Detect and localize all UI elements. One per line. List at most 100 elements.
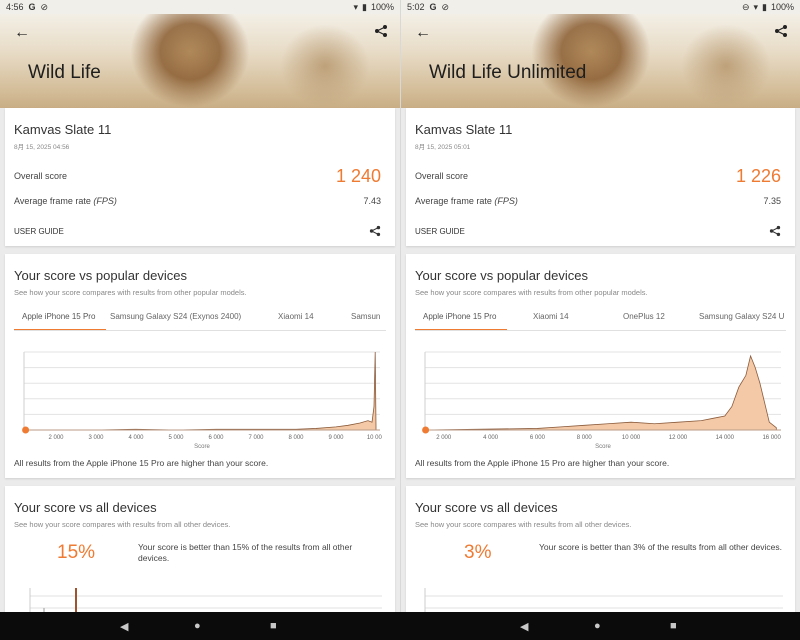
user-guide-row[interactable]: USER GUIDE [415,224,781,238]
wifi-icon: ▾ [753,1,759,12]
device-tabs: Apple iPhone 15 Pro Xiaomi 14 OnePlus 12… [415,312,795,330]
dnd-icon: ⊘ [40,1,49,12]
x-tick-label: 14 000 [716,435,735,441]
x-tick-label: 4 000 [483,435,499,441]
fps-unit: (FPS) [93,196,117,206]
x-tick-label: 10 000 [367,435,382,441]
share-icon[interactable] [769,225,781,237]
status-bar: 5:02 G ⊘ ⊖ ▾ ▮ 100% [401,0,800,14]
dnd-icon: ⊘ [441,1,450,12]
nav-recents-icon[interactable]: ■ [270,620,277,632]
your-score-marker [22,426,30,434]
chart-svg: 2 000 4 000 6 000 8 000 10 000 12 000 14 000 16… [422,351,781,450]
x-tick-label: 4 000 [128,435,144,441]
share-icon[interactable] [369,225,381,237]
fps-value: 7.43 [363,196,381,206]
section-title: Your score vs all devices [415,500,558,515]
status-bar: 4:56 G ⊘ ▾ ▮ 100% [0,0,400,14]
page-title: Wild Life Unlimited [429,62,587,83]
x-tick-label: 16 000 [762,435,781,441]
score-summary-card: Kamvas Slate 11 8月 15, 2025 04:56 Overal… [5,108,395,246]
section-subtitle: See how your score compares with results… [415,288,648,297]
section-subtitle: See how your score compares with results… [14,520,231,529]
chart-svg: 2 000 3 000 4 000 5 000 6 000 7 000 8 000 9 000… [22,351,386,450]
x-tick-label: 7 000 [248,435,264,441]
share-icon[interactable] [774,24,788,38]
share-icon[interactable] [374,24,388,38]
device-tabs: Apple iPhone 15 Pro Samsung Galaxy S24 (… [14,312,395,330]
overall-score-row: Overall score 1 240 [14,164,381,188]
section-subtitle: See how your score compares with results… [415,520,632,529]
hero-art-secondary [280,24,370,108]
overall-score-value: 1 240 [335,165,381,186]
your-score-marker [422,426,430,434]
hero-art [130,14,250,108]
popular-devices-card: Your score vs popular devices See how yo… [5,254,395,478]
back-arrow-icon[interactable]: ← [415,24,431,42]
status-time: 5:02 [407,2,425,12]
distribution-area [24,351,377,431]
right-screen: 5:02 G ⊘ ⊖ ▾ ▮ 100% ← Wild Life Unlimite… [400,0,800,612]
x-tick-label: 10 000 [622,435,641,441]
hero-art [531,14,651,108]
percentile-text: Your score is better than 15% of the res… [138,542,353,563]
nav-home-icon[interactable]: ● [594,620,601,632]
score-summary-card: Kamvas Slate 11 8月 15, 2025 05:01 Overal… [406,108,795,246]
overall-score-label: Overall score [415,171,469,181]
nav-home-icon[interactable]: ● [194,620,201,632]
tab-device[interactable]: Xiaomi 14 [278,312,314,329]
all-devices-card: Your score vs all devices See how your s… [406,486,795,612]
x-tick-label: 3 000 [88,435,104,441]
chart-footnote: All results from the Apple iPhone 15 Pro… [415,458,670,468]
tab-device[interactable]: Samsung Galaxy S24 U [699,312,784,329]
x-tick-label: 2 000 [48,435,64,441]
left-screen: 4:56 G ⊘ ▾ ▮ 100% ← Wild Life Kamvas Sla… [0,0,400,612]
popular-devices-card: Your score vs popular devices See how yo… [406,254,795,478]
user-guide-link[interactable]: USER GUIDE [415,227,465,236]
x-tick-label: 12 000 [669,435,688,441]
tab-divider [415,330,786,331]
distribution-area [424,354,777,431]
back-arrow-icon[interactable]: ← [14,24,30,42]
tab-device[interactable]: Samsung Galaxy S24 (Exynos 2400) [110,312,241,329]
battery-level: 100% [770,2,794,12]
user-guide-link[interactable]: USER GUIDE [14,227,64,236]
tab-device[interactable]: Apple iPhone 15 Pro [423,312,496,329]
overall-score-label: Overall score [14,171,68,181]
fps-value: 7.35 [763,196,781,206]
percentile-value: 15% [57,542,96,563]
section-title: Your score vs popular devices [14,268,187,283]
nav-back-icon[interactable]: ◀ [120,620,128,633]
section-subtitle: See how your score compares with results… [14,288,247,297]
x-tick-label: 8 000 [288,435,304,441]
tab-device[interactable]: Xiaomi 14 [533,312,569,329]
nav-recents-icon[interactable]: ■ [670,620,677,632]
battery-level: 100% [370,2,394,12]
user-guide-row[interactable]: USER GUIDE [14,224,381,238]
nav-back-icon[interactable]: ◀ [520,620,528,633]
fps-label: Average frame rate [415,196,492,206]
tab-device[interactable]: OnePlus 12 [623,312,665,329]
device-name: Kamvas Slate 11 [415,122,513,137]
x-tick-label: 5 000 [168,435,184,441]
section-title: Your score vs popular devices [415,268,588,283]
test-date: 8月 15, 2025 05:01 [415,144,471,151]
tab-divider [14,330,386,331]
section-title: Your score vs all devices [14,500,157,515]
all-devices-chart [424,588,783,612]
battery-icon: ▮ [762,1,767,12]
page-title: Wild Life [28,62,101,83]
tab-device[interactable]: Apple iPhone 15 Pro [22,312,95,329]
all-devices-chart [29,588,382,612]
status-time: 4:56 [6,2,24,12]
all-devices-card: Your score vs all devices See how your s… [5,486,395,612]
hero-art-secondary [681,24,771,108]
google-icon: G [28,2,36,12]
x-axis-label: Score [595,444,611,450]
dnd-icon: ⊖ [741,1,750,12]
tab-device[interactable]: Samsun [351,312,380,329]
score-distribution-chart: 2 000 4 000 6 000 8 000 10 000 12 000 14 000 16… [415,344,783,452]
fps-row: Average frame rate (FPS) 7.35 [415,194,781,208]
device-name: Kamvas Slate 11 [14,122,112,137]
chart-footnote: All results from the Apple iPhone 15 Pro… [14,458,269,468]
